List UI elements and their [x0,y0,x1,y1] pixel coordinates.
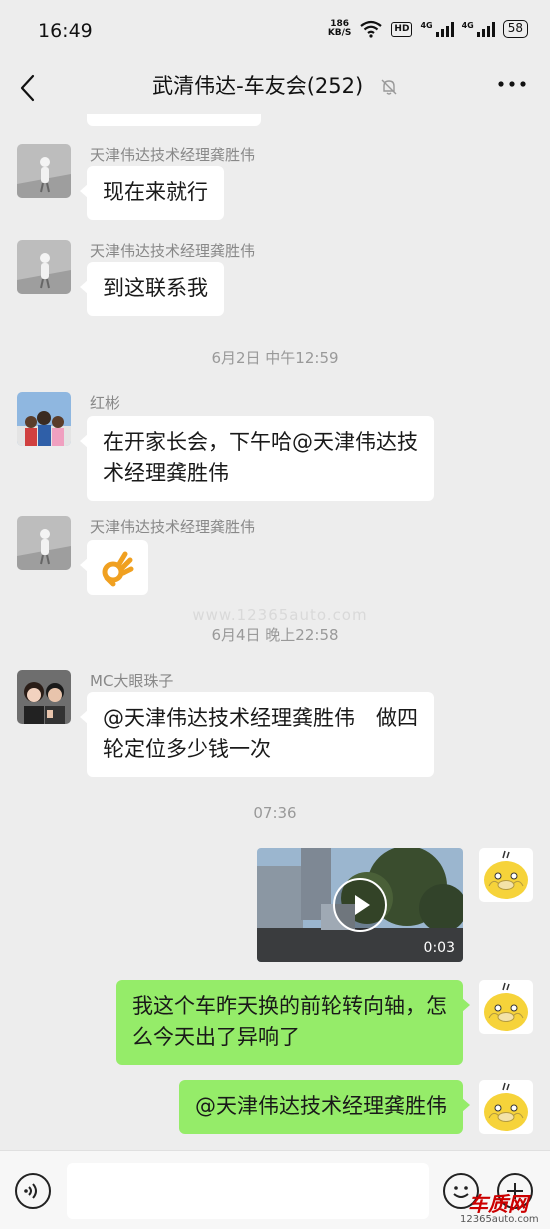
avatar-psyduck[interactable] [479,848,533,902]
ok-hand-emoji-icon [102,551,134,587]
status-bar: 16:49 186 KB/S HD 4G 4G 58 [0,0,550,62]
avatar-couple[interactable] [17,670,71,724]
watermark: www.12365auto.com [192,606,368,624]
message-text-line: @天津伟达技术经理龚胜伟 做四 [103,706,418,730]
chat-area[interactable]: 天津伟达技术经理龚胜伟 现在来就行 天津伟达技术经理龚胜伟 到这联系我 6月2日… [0,114,550,1150]
status-icons: 186 KB/S HD 4G 4G 58 [328,20,528,38]
voice-button[interactable] [15,1173,51,1209]
message-text-line: 我这个车昨天换的前轮转向轴，怎 [132,994,447,1018]
avatar-psyduck[interactable] [479,980,533,1034]
site-logo-url: 12365auto.com [460,1214,539,1225]
avatar-person-gray[interactable] [17,144,71,198]
hd-icon: HD [391,21,413,37]
avatar-family[interactable] [17,392,71,446]
avatar-psyduck[interactable] [479,1080,533,1134]
net-speed: 186 KB/S [327,19,352,38]
more-dots-icon [498,81,526,87]
message-text-line: 术经理龚胜伟 [103,461,229,485]
message-bubble[interactable]: 现在来就行 [80,166,224,220]
chat-header: 武清伟达-车友会(252) [0,62,550,114]
message-text-line: 么今天出了异响了 [132,1025,300,1049]
sender-name: 天津伟达技术经理龚胜伟 [90,242,256,260]
timestamp: 07:36 [253,804,297,822]
sender-name: 红彬 [90,394,121,412]
signal-icon-2: 4G [462,21,495,37]
timestamp: 6月4日 晚上22:58 [211,626,339,644]
battery-icon: 58 [502,20,528,38]
previous-message-bubble [87,114,261,126]
timestamp: 6月2日 中午12:59 [211,349,339,367]
chat-title-wrap: 武清伟达-车友会(252) [0,70,550,100]
message-bubble[interactable]: @天津伟达技术经理龚胜伟 [179,1080,470,1134]
play-icon [355,895,370,915]
sender-name: 天津伟达技术经理龚胜伟 [90,518,256,536]
status-time: 16:49 [38,20,93,42]
wifi-icon [360,20,383,38]
message-bubble[interactable]: 在开家长会，下午哈@天津伟达技 术经理龚胜伟 [80,416,434,501]
chat-title: 武清伟达-车友会(252) [152,74,364,98]
message-bubble[interactable]: @天津伟达技术经理龚胜伟 做四 轮定位多少钱一次 [80,692,434,777]
mute-bell-icon [381,79,397,95]
signal-icon-1: 4G [420,21,454,37]
voice-icon [24,1183,37,1199]
message-bubble[interactable]: 我这个车昨天换的前轮转向轴，怎 么今天出了异响了 [116,980,470,1065]
message-bubble[interactable]: 到这联系我 [80,262,224,316]
video-message[interactable]: 0:03 [257,848,463,962]
message-input[interactable] [67,1163,429,1219]
sender-name: 天津伟达技术经理龚胜伟 [90,146,256,164]
avatar-person-gray[interactable] [17,240,71,294]
video-duration: 0:03 [423,940,455,956]
play-button[interactable] [333,878,387,932]
sender-name: MC大眼珠子 [90,672,174,690]
site-logo: 车质网 [468,1192,528,1216]
more-button[interactable] [496,72,528,96]
message-bubble[interactable] [80,540,148,595]
message-text-line: 在开家长会，下午哈@天津伟达技 [103,430,418,454]
avatar-person-gray[interactable] [17,516,71,570]
message-text-line: 轮定位多少钱一次 [103,737,271,761]
